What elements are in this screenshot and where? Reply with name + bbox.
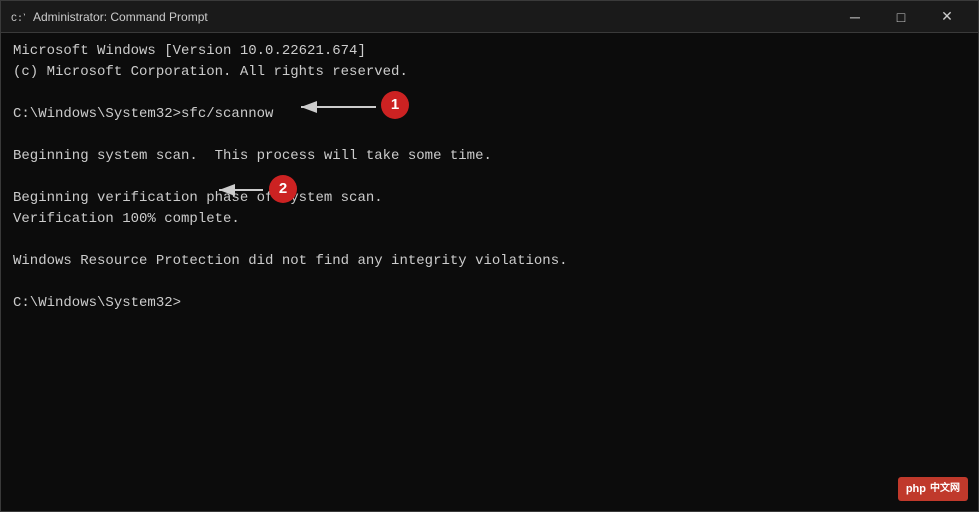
console-area: Microsoft Windows [Version 10.0.22621.67… [1, 33, 978, 511]
watermark-lang: 中文网 [930, 481, 960, 496]
annotation-badge-2: 2 [269, 175, 297, 203]
maximize-button[interactable]: □ [878, 1, 924, 33]
svg-text:C:\: C:\ [11, 13, 25, 25]
window-controls: ─ □ ✕ [832, 1, 970, 33]
annotations-svg [1, 33, 978, 511]
php-watermark: php 中文网 [898, 477, 968, 502]
watermark-brand: php [906, 481, 926, 498]
cmd-icon: C:\ [9, 9, 25, 25]
close-button[interactable]: ✕ [924, 1, 970, 33]
minimize-button[interactable]: ─ [832, 1, 878, 33]
window-title: Administrator: Command Prompt [33, 10, 832, 24]
annotation-badge-1: 1 [381, 91, 409, 119]
cmd-window: C:\ Administrator: Command Prompt ─ □ ✕ … [0, 0, 979, 512]
title-bar: C:\ Administrator: Command Prompt ─ □ ✕ [1, 1, 978, 33]
